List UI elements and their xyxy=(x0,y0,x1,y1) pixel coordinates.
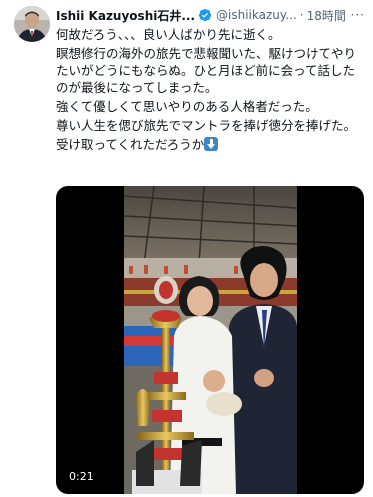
tweet-line-last: 受け取ってくれただろうか xyxy=(56,136,362,153)
video-player[interactable]: 0:21 xyxy=(56,186,364,494)
author-name[interactable]: Ishii Kazuyoshi石井... xyxy=(56,7,195,24)
more-icon[interactable]: ··· xyxy=(351,6,365,24)
video-thumbnail xyxy=(124,186,297,494)
tweet-header: Ishii Kazuyoshi石井... @ishiikazuy... · 18… xyxy=(56,6,365,24)
author-handle[interactable]: @ishiikazuy... xyxy=(216,8,297,22)
tweet-line: 尊い人生を偲び旅先でマントラを捧げ徳分を捧げた。 xyxy=(56,118,357,133)
tweet-line: 瞑想修行の海外の旅先で悲報聞いた、駆けつけてやりたいがどうにもならぬ。ひと月ほど… xyxy=(56,46,357,95)
tweet[interactable]: Ishii Kazuyoshi石井... @ishiikazuy... · 18… xyxy=(0,0,373,497)
timestamp[interactable]: 18時間 xyxy=(307,7,346,24)
tweet-line: 何故だろう、、、良い人ばかり先に逝く。 xyxy=(56,27,281,42)
tweet-text: 何故だろう、、、良い人ばかり先に逝く。 瞑想修行の海外の旅先で悲報聞いた、駆けつ… xyxy=(56,26,362,155)
avatar[interactable] xyxy=(14,6,50,42)
tweet-line: 強くて優しくて思いやりのある人格者だった。 xyxy=(56,99,318,114)
tweet-line: 受け取ってくれただろうか xyxy=(56,137,205,152)
verified-badge-icon xyxy=(198,8,212,22)
video-duration: 0:21 xyxy=(64,469,99,484)
down-arrow-emoji-icon xyxy=(204,137,219,151)
user-avatar-icon xyxy=(14,6,50,42)
separator-dot: · xyxy=(299,8,304,22)
